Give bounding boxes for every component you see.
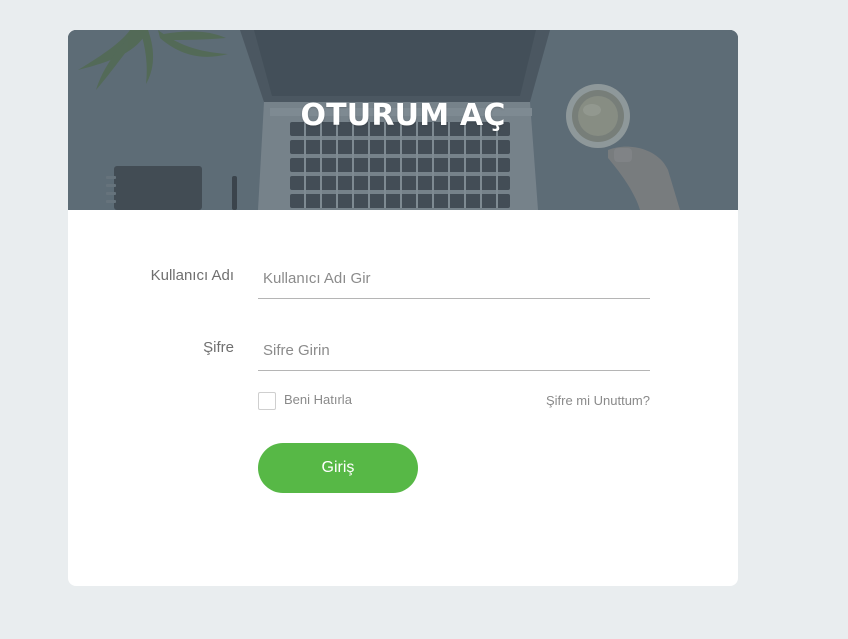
username-label: Kullanıcı Adı [150,267,234,284]
username-input[interactable] [258,259,650,299]
remember-me-label[interactable]: Beni Hatırla [284,392,352,407]
page-title: OTURUM AÇ [300,98,506,133]
login-card: OTURUM AÇ Kullanıcı Adı Şifre Beni Hatır… [68,30,738,586]
password-label: Şifre [203,339,234,356]
login-banner: OTURUM AÇ [68,30,738,210]
forgot-password-link[interactable]: Şifre mi Unuttum? [546,393,650,408]
password-input[interactable] [258,331,650,371]
login-button[interactable]: Giriş [258,443,418,493]
remember-me-checkbox[interactable] [258,392,276,410]
